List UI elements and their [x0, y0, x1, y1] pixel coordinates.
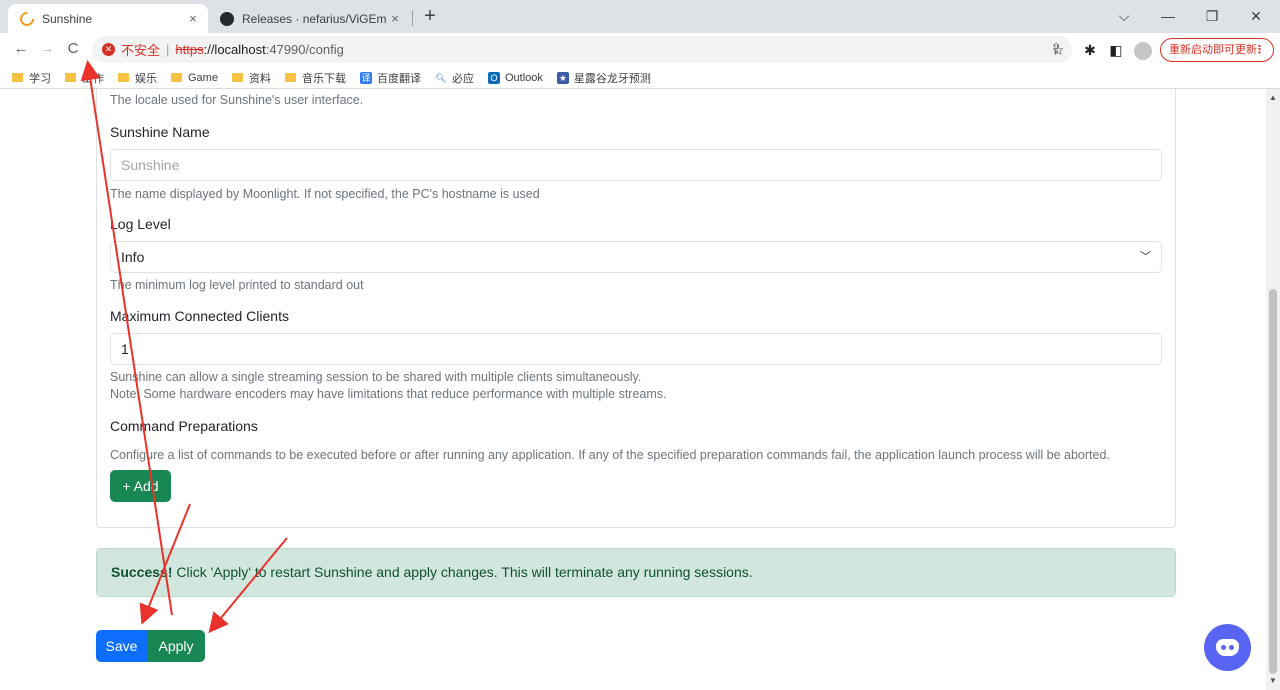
bookmark-folder-work[interactable]: 工作 — [65, 70, 104, 86]
bookmark-folder-study[interactable]: 学习 — [12, 70, 51, 86]
new-tab-button[interactable]: + — [418, 6, 442, 28]
sunshine-name-help: The name displayed by Moonlight. If not … — [110, 187, 540, 201]
reload-button[interactable]: C — [62, 38, 84, 60]
bookmark-bing[interactable]: 🔍︎ 必应 — [435, 70, 474, 86]
bookmark-label: 音乐下载 — [301, 72, 346, 85]
log-level-help: The minimum log level printed to standar… — [110, 278, 364, 292]
bookmark-label: 必应 — [451, 72, 474, 85]
chevron-down-icon: ﹀ — [1140, 251, 1151, 263]
log-level-select[interactable]: Info ﹀ — [110, 241, 1162, 273]
close-tab-icon[interactable]: × — [386, 11, 404, 26]
bookmark-stardew[interactable]: ★ 星露谷龙牙预测 — [556, 70, 651, 86]
bookmark-folder-docs[interactable]: 资料 — [231, 70, 271, 86]
folder-icon — [171, 73, 182, 82]
github-favicon-icon — [220, 11, 234, 26]
alert-strong-text: Success! — [111, 564, 173, 580]
bookmark-label: 百度翻译 — [376, 72, 421, 85]
forward-button[interactable]: → — [36, 38, 58, 60]
command-preps-help: Configure a list of commands to be execu… — [110, 448, 1110, 462]
discord-eye — [1221, 645, 1226, 650]
tab-separator — [412, 10, 413, 26]
tab-search-button[interactable]: ⌵ — [1106, 4, 1142, 28]
back-button[interactable]: ← — [10, 38, 32, 60]
alert-text: Click 'Apply' to restart Sunshine and ap… — [172, 564, 753, 580]
bookmark-folder-music[interactable]: 音乐下载 — [284, 70, 346, 86]
bookmark-label: 工作 — [82, 72, 104, 85]
side-panel-icon[interactable]: ◧ — [1106, 40, 1126, 60]
url-separator: | — [166, 42, 170, 57]
bookmark-star-icon[interactable]: ☆ — [1048, 40, 1068, 60]
save-button[interactable]: Save — [96, 630, 147, 662]
bookmark-label: 学习 — [29, 72, 51, 85]
update-restart-button[interactable]: 重新启动即可更新 ⋮ — [1160, 38, 1274, 62]
tab-releases[interactable]: Releases · nefarius/ViGEmBus × — [210, 4, 410, 33]
url-path: :47990/config — [265, 42, 344, 57]
sunshine-name-label: Sunshine Name — [110, 124, 210, 140]
log-level-value: Info — [121, 249, 145, 265]
folder-icon — [12, 73, 23, 82]
tab-title: Sunshine — [42, 11, 93, 26]
discord-logo-icon — [1216, 639, 1239, 656]
bookmark-label: Game — [188, 71, 218, 84]
tab-sunshine[interactable]: Sunshine × — [8, 4, 208, 33]
discord-button[interactable] — [1204, 624, 1251, 671]
bookmarks-bar: 学习 工作 娱乐 Game 资料 音乐下载 译百度翻译 🔍︎ 必应 O Outloo… — [0, 67, 1280, 89]
log-level-label: Log Level — [110, 216, 171, 232]
tab-title: Releases · nefarius/ViGEmBus — [242, 11, 386, 26]
translate-icon: 译 — [359, 71, 372, 84]
close-tab-icon[interactable]: × — [184, 11, 202, 26]
max-clients-label: Maximum Connected Clients — [110, 308, 289, 324]
kebab-menu-icon[interactable]: ⋮ — [1254, 39, 1265, 61]
url-host: ://localhost — [203, 42, 266, 57]
success-alert: Success! Click 'Apply' to restart Sunshi… — [96, 548, 1176, 597]
locale-help-text: The locale used for Sunshine's user inte… — [110, 93, 364, 107]
minimize-button[interactable]: — — [1150, 4, 1186, 28]
bookmark-label: Outlook — [504, 71, 543, 84]
scroll-thumb[interactable] — [1269, 289, 1277, 674]
update-label: 重新启动即可更新 — [1169, 44, 1257, 56]
discord-eye — [1229, 645, 1234, 650]
config-page: The locale used for Sunshine's user inte… — [0, 89, 1280, 690]
folder-icon — [65, 73, 76, 82]
bookmark-baidu-translate[interactable]: 译百度翻译 — [359, 70, 421, 86]
max-clients-help: Sunshine can allow a single streaming se… — [110, 370, 642, 384]
maximize-button[interactable]: ❐ — [1194, 4, 1230, 28]
profile-avatar-icon[interactable] — [1134, 42, 1152, 60]
browser-tab-bar: Sunshine × Releases · nefarius/ViGEmBus … — [0, 0, 1280, 33]
bookmark-folder-game[interactable]: Game — [171, 72, 218, 84]
bookmark-label: 星露谷龙牙预测 — [573, 72, 651, 85]
not-secure-icon[interactable]: ✕ — [102, 43, 115, 56]
bookmark-label: 资料 — [248, 72, 271, 85]
sunshine-favicon-icon — [17, 8, 37, 29]
bookmark-folder-fun[interactable]: 娱乐 — [118, 70, 157, 86]
sunshine-name-input[interactable]: Sunshine — [110, 149, 1162, 181]
security-label[interactable]: 不安全 — [121, 40, 160, 59]
folder-icon — [284, 73, 296, 82]
bookmark-outlook[interactable]: O Outlook — [487, 71, 543, 84]
search-icon: 🔍︎ — [435, 72, 447, 83]
apply-button[interactable]: Apply — [147, 630, 205, 662]
extensions-puzzle-icon[interactable]: ✱ — [1080, 40, 1100, 60]
scroll-down-arrow-icon[interactable]: ▼ — [1266, 674, 1280, 688]
url-scheme: https — [175, 42, 204, 57]
folder-icon — [118, 73, 129, 82]
address-bar[interactable]: ✕ 不安全 | https ://localhost :47990/config… — [92, 36, 1072, 63]
browser-toolbar: ← → C ✕ 不安全 | https ://localhost :47990/… — [0, 33, 1280, 67]
page-scrollbar[interactable]: ▲ ▼ — [1266, 89, 1280, 690]
scroll-up-arrow-icon[interactable]: ▲ — [1266, 91, 1280, 105]
add-command-button[interactable]: + Add — [110, 470, 171, 502]
stardew-icon: ★ — [556, 71, 569, 84]
max-clients-input[interactable]: 1 — [110, 333, 1162, 365]
command-preps-label: Command Preparations — [110, 418, 258, 434]
folder-icon — [231, 73, 243, 82]
outlook-icon: O — [487, 71, 500, 84]
bookmark-label: 娱乐 — [135, 72, 157, 85]
max-clients-note: Note: Some hardware encoders may have li… — [110, 387, 667, 401]
close-window-button[interactable]: ✕ — [1238, 4, 1274, 28]
